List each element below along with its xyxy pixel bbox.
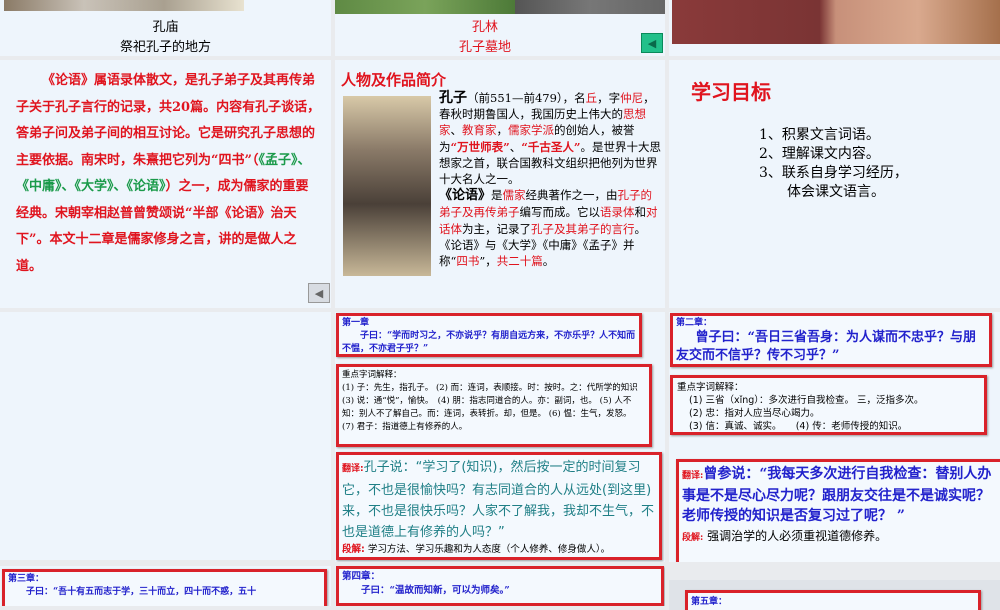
chapter-title: 第二章： <box>676 318 713 328</box>
slide-thumbnail-9[interactable]: 第二章： 曾子曰：“吾日三省吾身：为人谋而不忠乎？与朋友交而不信乎？传不习乎？”… <box>669 312 1000 562</box>
summary-text: 学习方法、学习乐趣和为人态度（个人修养、修身做人）。 <box>367 544 611 555</box>
chapter-box: 第四章： 子曰：“温故而知新，可以为师矣。” <box>336 566 664 606</box>
list-item: 3、联系自身学习经历， <box>759 165 908 181</box>
translation-text: 孔子说：“学习了(知识)，然后按一定的时间复习它，不也是很愉快吗？有志同道合的人… <box>342 460 655 540</box>
chapter-title: 第四章： <box>342 571 381 582</box>
chapter-title: 第五章： <box>691 597 728 607</box>
slide-thumbnail-10[interactable]: 第三章： 子曰：“吾十有五而志于学，三十而立，四十而不惑，五十 <box>0 566 331 606</box>
translation-text: 曾参说：“我每天多次进行自我检查：替别人办事是不是尽心尽力呢？跟朋友交往是不是诚… <box>682 466 992 524</box>
intro-paragraph: 《论语》属语录体散文，是孔子弟子及其再传弟子关于孔子言行的记录，共20篇。内容有… <box>16 73 321 274</box>
summary-text: 强调治学的人必须重视道德修养。 <box>707 529 888 543</box>
objectives-list: 1、积累文言词语。 2、理解课文内容。 3、联系自身学习经历， 体会课文语言。 <box>759 126 908 202</box>
slide-thumbnail-2[interactable]: 孔林 孔子墓地 ◀ <box>335 0 665 56</box>
quote: 子曰：“温故而知新，可以为师矣。” <box>361 585 510 596</box>
slide-title: 人物及作品简介 <box>341 71 447 89</box>
notes-box: 重点字词解释： (1) 子：先生，指孔子。 (2) 而：连词，表顺接。时：按时。… <box>336 364 652 447</box>
label: 翻译: <box>682 471 704 481</box>
caption: 孔林 <box>471 20 498 35</box>
chapter-box: 第三章： 子曰：“吾十有五而志于学，三十而立，四十而不惑，五十 <box>2 569 327 606</box>
slide-thumbnail-5[interactable]: 人物及作品简介 孔子（前551—前479），名丘，字仲尼，春秋时期鲁国人，我国历… <box>335 60 665 308</box>
quote: 子曰：“学而时习之，不亦说乎？有朋自远方来，不亦乐乎？人不知而不愠，不亦君子乎？… <box>342 331 636 354</box>
label: 翻译: <box>342 464 364 474</box>
note-item: (1) 三省（xǐng）：多次进行自我检查。 三，泛指多次。 <box>689 395 924 406</box>
quote: 曾子曰：“吾日三省吾身：为人谋而不忠乎？与朋友交而不信乎？传不习乎？” <box>676 330 976 363</box>
label: 段解: <box>682 533 704 543</box>
back-nav-button[interactable]: ◀ <box>308 283 330 303</box>
statue-photo <box>672 0 1000 44</box>
chapter-title: 第一章 <box>342 318 370 328</box>
temple-photo <box>4 0 244 11</box>
note-item: (2) 忠：指对人应当尽心竭力。 <box>689 408 820 419</box>
label: 段解: <box>342 544 365 555</box>
notes-title: 重点字词解释： <box>342 370 402 380</box>
caption: 孔子墓地 <box>458 40 511 55</box>
note-item: (3) 信：真诚、诚实。 (4) 传：老师传授的知识。 <box>689 421 908 432</box>
list-item: 体会课文语言。 <box>787 184 885 200</box>
chapter-box: 第二章： 曾子曰：“吾日三省吾身：为人谋而不忠乎？与朋友交而不信乎？传不习乎？” <box>670 313 992 367</box>
chapter-box: 第一章 子曰：“学而时习之，不亦说乎？有朋自远方来，不亦乐乎？人不知而不愠，不亦… <box>336 313 642 357</box>
slide-thumbnail-12[interactable]: 第五章： <box>669 580 1000 610</box>
chapter-title: 第三章： <box>8 574 45 584</box>
notes-text: (1) 子：先生，指孔子。 (2) 而：连词，表顺接。时：按时。之：代所学的知识… <box>342 383 647 432</box>
tomb-photo <box>515 0 665 14</box>
chapter-box: 第五章： <box>685 590 981 610</box>
slide-thumbnail-8[interactable]: 第一章 子曰：“学而时习之，不亦说乎？有朋自远方来，不亦乐乎？人不知而不愠，不亦… <box>335 312 665 562</box>
caption: 祭祀孔子的地方 <box>119 40 211 55</box>
caption: 孔庙 <box>152 20 179 35</box>
quote: 子曰：“吾十有五而志于学，三十而立，四十而不惑，五十 <box>26 587 257 597</box>
confucius-portrait <box>343 96 431 276</box>
translation-box: 翻译:孔子说：“学习了(知识)，然后按一定的时间复习它，不也是很愉快吗？有志同道… <box>336 452 662 560</box>
slide-thumbnail-1[interactable]: 孔庙 祭祀孔子的地方 <box>0 0 331 56</box>
slide-thumbnail-7[interactable] <box>0 312 331 560</box>
slide-thumbnail-6[interactable]: 学习目标 1、积累文言词语。 2、理解课文内容。 3、联系自身学习经历， 体会课… <box>669 60 1000 308</box>
list-item: 1、积累文言词语。 <box>759 127 880 143</box>
slide-thumbnail-3[interactable] <box>669 0 1000 56</box>
slide-thumbnail-4[interactable]: 《论语》属语录体散文，是孔子弟子及其再传弟子关于孔子言行的记录，共20篇。内容有… <box>0 60 331 308</box>
bio-paragraph: 孔子（前551—前479），名丘，字仲尼，春秋时期鲁国人，我国历史上伟大的思想家… <box>439 90 661 269</box>
back-nav-button[interactable]: ◀ <box>641 33 663 53</box>
forest-photo <box>335 0 515 14</box>
slide-thumbnail-11[interactable]: 第四章： 子曰：“温故而知新，可以为师矣。” <box>335 566 665 606</box>
notes-box: 重点字词解释： (1) 三省（xǐng）：多次进行自我检查。 三，泛指多次。 (… <box>670 375 987 435</box>
list-item: 2、理解课文内容。 <box>759 146 880 162</box>
translation-box: 翻译:曾参说：“我每天多次进行自我检查：替别人办事是不是尽心尽力呢？跟朋友交往是… <box>676 459 1000 562</box>
slide-title: 学习目标 <box>691 80 771 104</box>
notes-title: 重点字词解释： <box>677 382 744 393</box>
